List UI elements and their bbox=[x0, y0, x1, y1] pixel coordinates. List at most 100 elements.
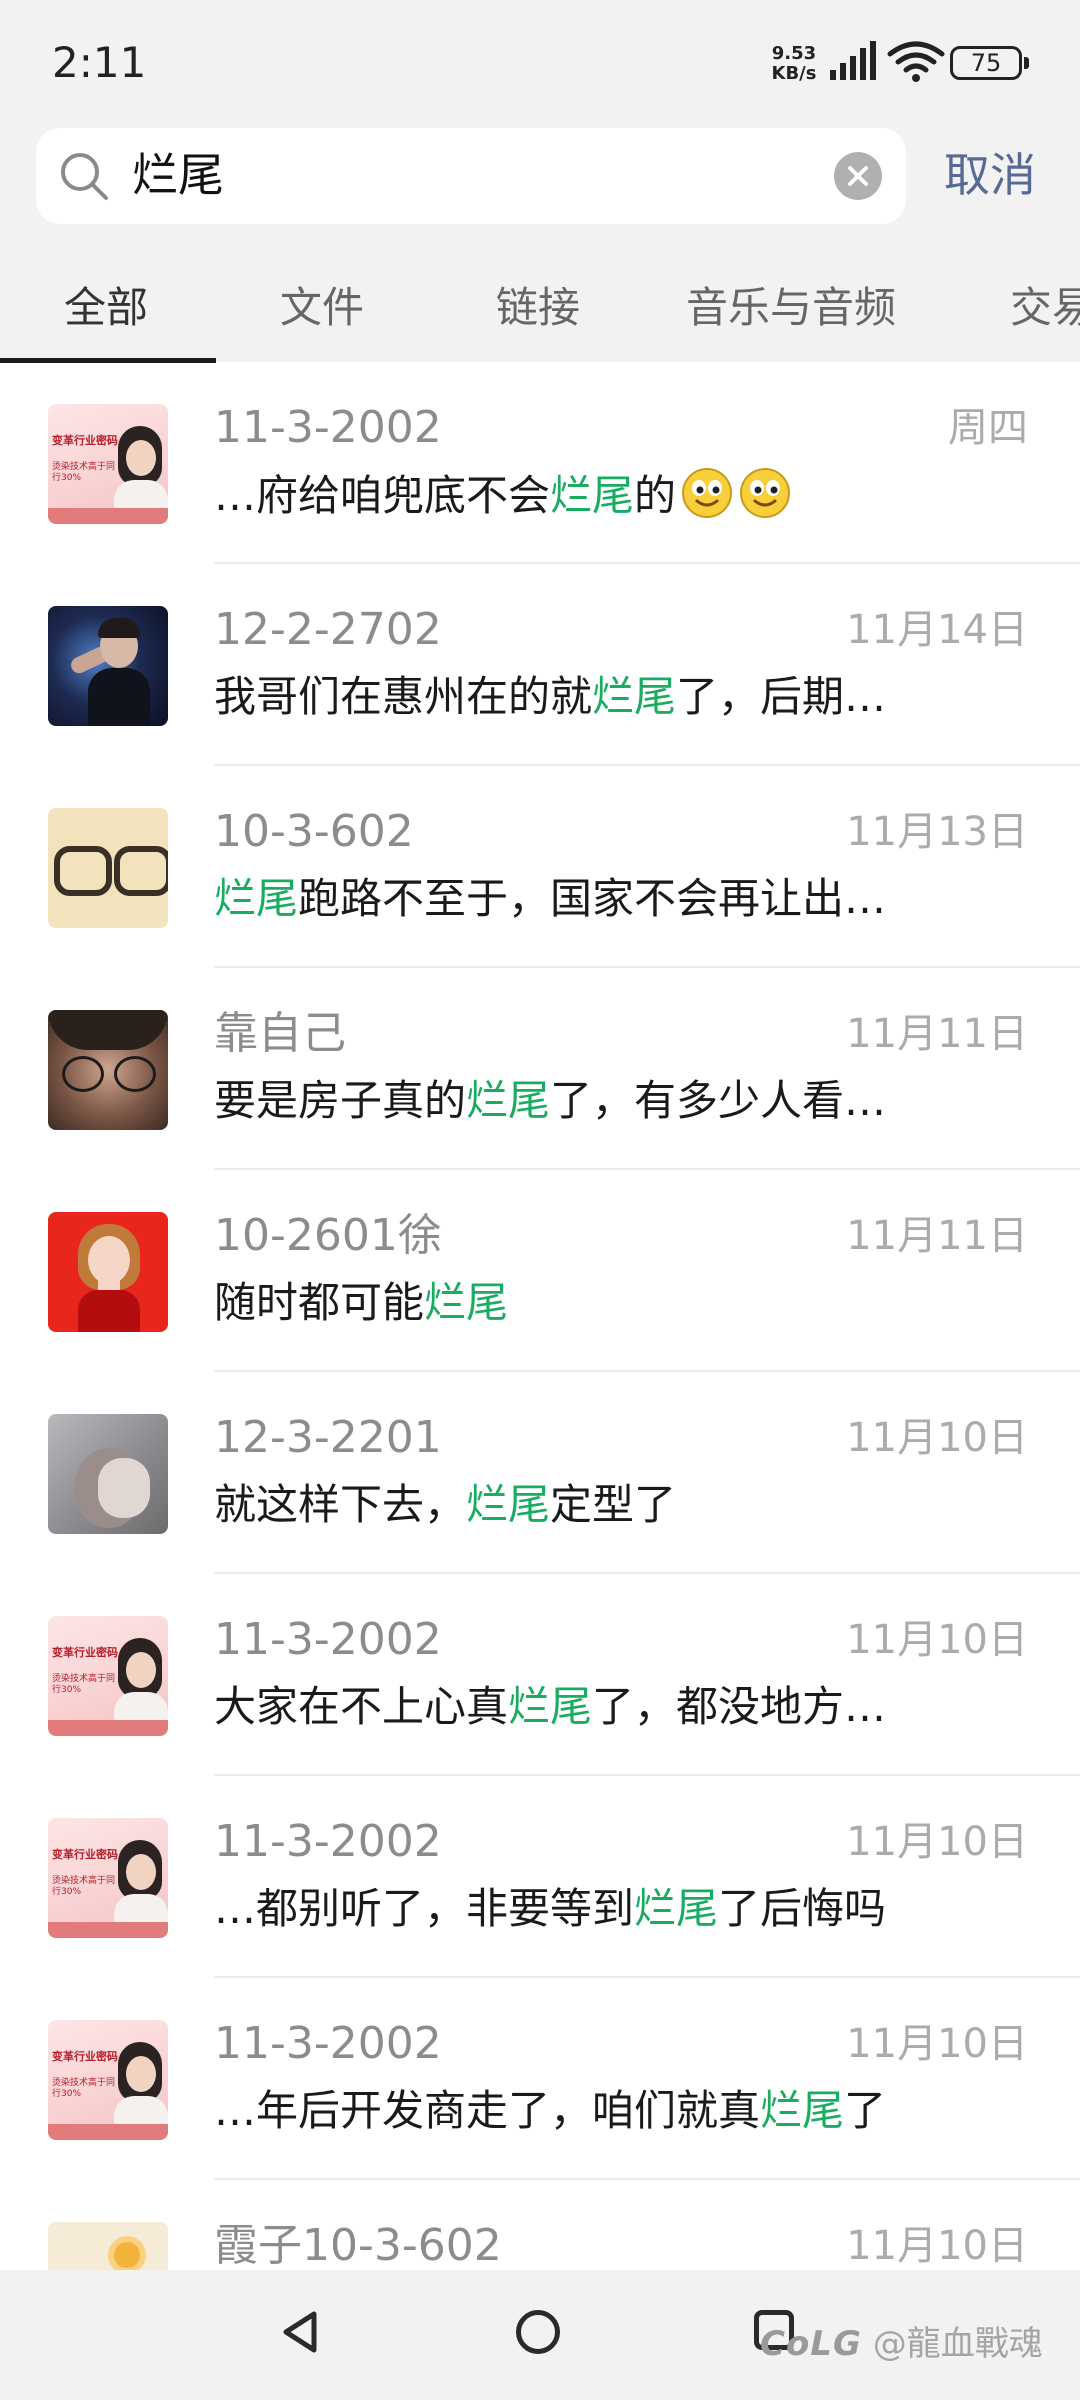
result-row[interactable]: 靠自己 11月11日要是房子真的烂尾了，有多少人看… bbox=[0, 968, 1080, 1170]
cancel-button[interactable]: 取消 bbox=[944, 140, 1036, 210]
snippet-highlight: 烂尾 bbox=[466, 1076, 551, 1125]
message-date: 11月14日 bbox=[846, 607, 1028, 653]
message-date: 11月13日 bbox=[846, 809, 1028, 855]
avatar bbox=[48, 1010, 168, 1130]
tab-links[interactable]: 链接 bbox=[496, 278, 580, 338]
avatar bbox=[48, 2222, 168, 2270]
snippet-text-before: 我哥们在惠州在的就 bbox=[214, 672, 593, 721]
search-results: 变革行业密码 烫染技术高于同行30% 11-3-2002 周四 …府给咱兜底不会烂尾的 1… bbox=[0, 362, 1080, 2270]
tab-transactions[interactable]: 交易 bbox=[1010, 278, 1080, 338]
message-snippet: …都别听了，非要等到烂尾了后悔吗 bbox=[214, 1880, 886, 1938]
snippet-highlight: 烂尾 bbox=[508, 1682, 593, 1731]
smile-emoji-icon bbox=[740, 468, 791, 518]
snippet-highlight: 烂尾 bbox=[424, 1278, 509, 1327]
snippet-highlight: 烂尾 bbox=[550, 471, 635, 520]
snippet-text-before: 要是房子真的 bbox=[214, 1076, 467, 1125]
network-speed-value: 9.53 bbox=[771, 43, 817, 64]
snippet-text-before: …府给咱兜底不会 bbox=[214, 471, 551, 520]
tab-all[interactable]: 全部 bbox=[64, 278, 148, 338]
snippet-text-after: 了 bbox=[844, 2086, 887, 2135]
network-speed: 9.53 KB/s bbox=[766, 44, 822, 84]
home-icon[interactable] bbox=[516, 2310, 560, 2354]
contact-name: 10-3-602 bbox=[214, 806, 414, 857]
poster-subtitle: 烫染技术高于同行30% bbox=[52, 1876, 116, 1897]
message-date: 11月10日 bbox=[846, 2223, 1028, 2269]
result-row[interactable]: 变革行业密码烫染技术高于同行30% 11-3-2002 11月10日 …都别听了，非要… bbox=[0, 1776, 1080, 1978]
contact-name: 11-3-2002 bbox=[214, 1614, 442, 1665]
snippet-text-after: 了，有多少人看… bbox=[550, 1076, 887, 1125]
message-date: 11月10日 bbox=[846, 1617, 1028, 1663]
status-time: 2:11 bbox=[52, 38, 147, 87]
filter-tabs: 全部 文件 链接 音乐与音频 交易 bbox=[0, 270, 1080, 363]
avatar: 变革行业密码烫染技术高于同行30% bbox=[48, 404, 168, 524]
contact-name: 11-3-2002 bbox=[214, 1816, 442, 1867]
signal-icon bbox=[830, 41, 876, 80]
snippet-text-after: 跑路不至于，国家不会再让出… bbox=[298, 874, 887, 923]
snippet-text-after: 了，都没地方… bbox=[592, 1682, 887, 1731]
message-date: 周四 bbox=[948, 405, 1028, 451]
watermark-logo: CoLG bbox=[760, 2324, 862, 2364]
result-row[interactable]: 12-3-2201 11月10日就这样下去，烂尾定型了 bbox=[0, 1372, 1080, 1574]
avatar: 变革行业密码烫染技术高于同行30% bbox=[48, 2020, 168, 2140]
tab-music-audio[interactable]: 音乐与音频 bbox=[686, 278, 896, 338]
snippet-text-before: 随时都可能 bbox=[214, 1278, 425, 1327]
message-snippet: 烂尾跑路不至于，国家不会再让出… bbox=[214, 870, 886, 928]
result-row[interactable]: 10-2601徐 11月11日随时都可能烂尾 bbox=[0, 1170, 1080, 1372]
result-row[interactable]: 10-3-602 11月13日烂尾跑路不至于，国家不会再让出… bbox=[0, 766, 1080, 968]
result-row[interactable]: 霞子10-3-602 11月10日 bbox=[0, 2180, 1080, 2270]
avatar bbox=[48, 1414, 168, 1534]
message-snippet: 就这样下去，烂尾定型了 bbox=[214, 1476, 676, 1534]
result-row[interactable]: 变革行业密码烫染技术高于同行30% 11-3-2002 11月10日大家在不上心真烂… bbox=[0, 1574, 1080, 1776]
watermark: CoLG @龍血戰魂 bbox=[760, 2316, 1043, 2365]
avatar bbox=[48, 1212, 168, 1332]
network-speed-unit: KB/s bbox=[771, 63, 817, 84]
message-snippet: 随时都可能烂尾 bbox=[214, 1274, 508, 1332]
avatar: 变革行业密码烫染技术高于同行30% bbox=[48, 1818, 168, 1938]
message-date: 11月10日 bbox=[846, 1415, 1028, 1461]
poster-title: 变革行业密码 bbox=[52, 1646, 118, 1659]
result-row[interactable]: 变革行业密码 烫染技术高于同行30% 11-3-2002 周四 …府给咱兜底不会烂尾的 bbox=[0, 362, 1080, 564]
poster-subtitle: 烫染技术高于同行30% bbox=[52, 2078, 116, 2099]
message-snippet: 要是房子真的烂尾了，有多少人看… bbox=[214, 1072, 886, 1130]
message-date: 11月11日 bbox=[846, 1011, 1028, 1057]
contact-name: 12-3-2201 bbox=[214, 1412, 442, 1463]
avatar bbox=[48, 606, 168, 726]
snippet-highlight: 烂尾 bbox=[760, 2086, 845, 2135]
battery-icon: 75 bbox=[950, 46, 1029, 80]
snippet-highlight: 烂尾 bbox=[592, 672, 677, 721]
snippet-text-after: 定型了 bbox=[550, 1480, 677, 1529]
snippet-text-after: 的 bbox=[634, 471, 677, 520]
avatar bbox=[48, 808, 168, 928]
snippet-text-before: …年后开发商走了，咱们就真 bbox=[214, 2086, 761, 2135]
snippet-text-before: 就这样下去， bbox=[214, 1480, 467, 1529]
contact-name: 靠自己 bbox=[214, 1008, 346, 1059]
poster-title: 变革行业密码 bbox=[52, 2050, 118, 2063]
poster-title: 变革行业密码 bbox=[52, 434, 118, 447]
search-icon bbox=[61, 153, 108, 200]
search-bar[interactable]: 烂尾 bbox=[36, 128, 906, 224]
snippet-text-after: 了，后期… bbox=[676, 672, 887, 721]
result-row[interactable]: 变革行业密码烫染技术高于同行30% 11-3-2002 11月10日 …年后开发商走了… bbox=[0, 1978, 1080, 2180]
clear-icon[interactable] bbox=[834, 152, 882, 200]
contact-name: 12-2-2702 bbox=[214, 604, 442, 655]
contact-name: 10-2601徐 bbox=[214, 1210, 442, 1261]
poster-subtitle: 烫染技术高于同行30% bbox=[52, 1674, 116, 1695]
snippet-text-after: 了后悔吗 bbox=[718, 1884, 887, 1933]
search-input[interactable]: 烂尾 bbox=[132, 144, 224, 206]
contact-name: 霞子10-3-602 bbox=[214, 2220, 502, 2270]
poster-subtitle: 烫染技术高于同行30% bbox=[52, 462, 116, 483]
snippet-text-before: 大家在不上心真 bbox=[214, 1682, 509, 1731]
result-row[interactable]: 12-2-2702 11月14日我哥们在惠州在的就烂尾了，后期… bbox=[0, 564, 1080, 766]
contact-name: 11-3-2002 bbox=[214, 2018, 442, 2069]
poster-title: 变革行业密码 bbox=[52, 1848, 118, 1861]
message-date: 11月10日 bbox=[846, 2021, 1028, 2067]
snippet-highlight: 烂尾 bbox=[634, 1884, 719, 1933]
message-date: 11月11日 bbox=[846, 1213, 1028, 1259]
message-snippet: …府给咱兜底不会烂尾的 bbox=[214, 466, 792, 525]
snippet-text-before: …都别听了，非要等到 bbox=[214, 1884, 635, 1933]
message-snippet: 大家在不上心真烂尾了，都没地方… bbox=[214, 1678, 886, 1736]
back-icon[interactable] bbox=[278, 2310, 322, 2354]
tab-files[interactable]: 文件 bbox=[280, 278, 364, 338]
message-date: 11月10日 bbox=[846, 1819, 1028, 1865]
watermark-text: @龍血戰魂 bbox=[872, 2324, 1043, 2364]
